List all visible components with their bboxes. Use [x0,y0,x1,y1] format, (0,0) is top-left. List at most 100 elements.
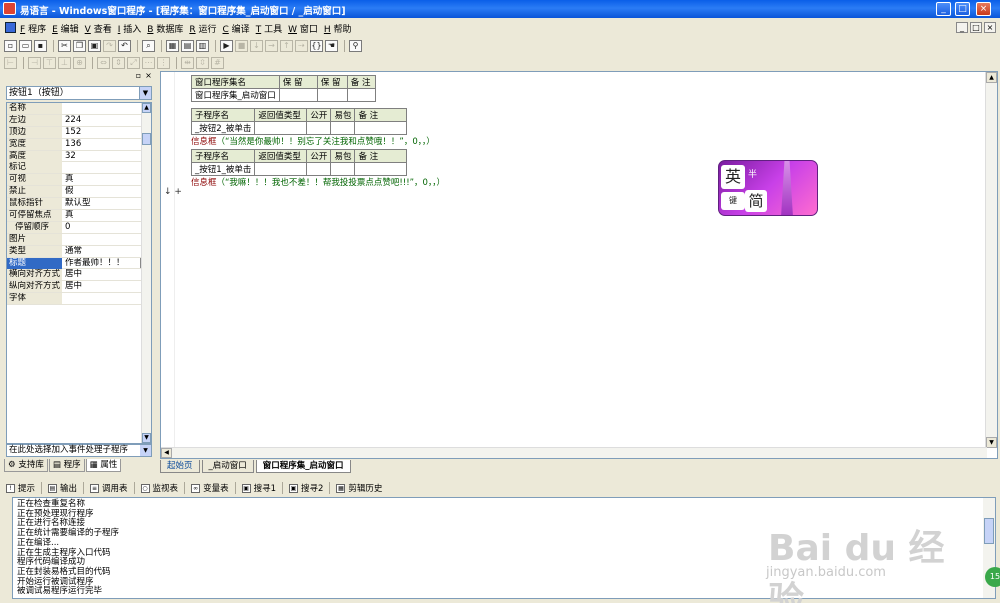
menu-edit[interactable]: E 编辑 [52,22,79,35]
redo-icon[interactable]: ↷ [103,40,116,52]
tab-search-2[interactable]: ▣ 搜寻2 [289,482,323,494]
ime-simplified-button[interactable]: 简 [745,190,767,212]
subroutine-name[interactable]: _按钮2_被单击 [190,121,256,135]
tab-clipboard-history[interactable]: ▦ 剪辑历史 [336,482,382,494]
copy-icon[interactable]: ❐ [73,40,86,52]
property-row[interactable]: 鼠标指针 默认型 [7,198,151,211]
space-v-icon[interactable]: ⋮ [157,57,170,69]
subroutine-name[interactable]: _按钮1_被单击 [190,162,256,176]
property-row-selected[interactable]: 标题作者最帅！！！… [7,257,151,270]
scroll-up-icon[interactable]: ▲ [986,72,997,83]
menu-insert[interactable]: I 插入 [118,22,142,35]
new-file-icon[interactable]: ▫ [4,40,17,52]
ime-mode-button[interactable]: 英 [721,165,745,189]
align-center-icon[interactable]: ⊕ [73,57,86,69]
layout2-icon[interactable]: ▤ [181,40,194,52]
tab-call-stack[interactable]: ≡ 调用表 [90,482,128,494]
editor-horizontal-scrollbar[interactable]: ◀ [161,447,987,458]
panel-restore-icon[interactable]: ▫ [134,72,143,81]
code-line[interactable]: 信息框（“我嘛！！！我也不差！！帮我投投票点点赞吧!!!”，0，，） [191,176,445,190]
property-row[interactable]: 名称 [7,103,151,115]
grid-icon[interactable]: # [211,57,224,69]
scroll-thumb[interactable] [142,133,151,145]
run-icon[interactable]: ▶ [220,40,233,52]
align-left-icon[interactable]: ⊢ [4,57,17,69]
save-icon[interactable]: ▪ [34,40,47,52]
property-row[interactable]: 禁止假 [7,186,151,199]
property-row[interactable]: 字体 [7,293,151,306]
tab-variables[interactable]: ∞ 变量表 [191,482,229,494]
center-v-icon[interactable]: ⇳ [196,57,209,69]
menu-help[interactable]: H 帮助 [324,22,352,35]
scroll-thumb[interactable] [984,518,994,544]
property-row[interactable]: 宽度 136 [7,138,151,151]
minimize-button[interactable]: _ [936,2,951,16]
menu-window[interactable]: W 窗口 [288,22,318,35]
property-row[interactable]: 纵向对齐方式 居中 [7,281,151,294]
step-over-icon[interactable]: → [265,40,278,52]
tab-properties[interactable]: ▦ 属性 [85,459,122,472]
mdi-close-button[interactable]: × [984,22,996,33]
menu-program[interactable]: F 程序 [20,22,46,35]
same-height-icon[interactable]: ⇕ [112,57,125,69]
tab-start-page[interactable]: 起始页 [160,460,200,473]
mdi-restore-button[interactable]: □ [970,22,982,33]
center-h-icon[interactable]: ⇹ [181,57,194,69]
menu-database[interactable]: B 数据库 [147,22,183,35]
property-row[interactable]: 左边 224 [7,114,151,127]
breakpoint-icon[interactable]: {} [310,40,323,52]
menu-run[interactable]: R 运行 [189,22,216,35]
hand-icon[interactable]: ☚ [325,40,338,52]
close-button[interactable]: × [976,2,991,16]
align-right-icon[interactable]: ⊣ [28,57,41,69]
ime-keyboard-button[interactable]: 键 [721,192,745,210]
same-size-icon[interactable]: ⤢ [127,57,140,69]
code-editor[interactable]: ↓ + 窗口程序集名 保 留 保 留 备 注 窗口程序集_启动窗口 子程序名 返… [160,71,998,459]
property-row[interactable]: 顶边 152 [7,126,151,139]
tab-start-window[interactable]: _启动窗口 [201,460,254,473]
editor-vertical-scrollbar[interactable]: ▲ ▼ [985,72,997,448]
panel-close-icon[interactable]: × [144,72,153,81]
notification-badge[interactable]: 15 [985,567,1000,587]
property-row[interactable]: 可视真 [7,174,151,187]
find-icon[interactable]: ⌕ [142,40,155,52]
property-scrollbar[interactable]: ▲ ▼ [141,103,151,443]
scroll-up-icon[interactable]: ▲ [142,103,151,113]
property-row[interactable]: 高度 32 [7,150,151,163]
open-folder-icon[interactable]: ▭ [19,40,32,52]
assembly-name[interactable]: 窗口程序集_启动窗口 [191,88,280,102]
tab-output[interactable]: ▤ 输出 [48,482,77,494]
scroll-down-icon[interactable]: ▼ [142,433,151,443]
scroll-left-icon[interactable]: ◀ [161,448,172,458]
menu-view[interactable]: V 查看 [85,22,112,35]
step-into-icon[interactable]: ↓ [250,40,263,52]
event-selector[interactable]: 在此处选择加入事件处理子程序 ▼ [6,444,152,457]
align-bottom-icon[interactable]: ⊥ [58,57,71,69]
property-row[interactable]: 横向对齐方式 居中 [7,269,151,282]
property-row[interactable]: 标记 [7,162,151,175]
space-h-icon[interactable]: ⋯ [142,57,155,69]
stop-icon[interactable]: ■ [235,40,248,52]
property-row[interactable]: 停留顺序 0 [7,221,151,234]
tab-hint[interactable]: ! 提示 [6,482,35,494]
chevron-down-icon[interactable]: ▼ [139,87,151,99]
align-top-icon[interactable]: ⊤ [43,57,56,69]
layout-icon[interactable]: ▦ [166,40,179,52]
tab-search-1[interactable]: ▣ 搜寻1 [241,482,276,494]
tab-program[interactable]: ▤ 程序 [48,459,85,472]
property-row[interactable]: 可停留焦点真 [7,210,151,222]
run-to-icon[interactable]: ⇢ [295,40,308,52]
maximize-button[interactable]: □ [955,2,970,16]
layout3-icon[interactable]: ▥ [196,40,209,52]
tab-support-library[interactable]: ⚙ 支持库 [4,459,48,472]
undo-icon[interactable]: ↶ [118,40,131,52]
scroll-down-icon[interactable]: ▼ [986,437,997,448]
property-row[interactable]: 类型 通常 [7,245,151,258]
paste-icon[interactable]: ▣ [88,40,101,52]
property-row[interactable]: 图片 [7,233,151,246]
menu-tools[interactable]: T 工具 [256,22,282,35]
ime-status-widget[interactable]: 英 半 键 简 [718,160,818,216]
ime-width-indicator[interactable]: 半 [748,167,757,180]
tab-window-assembly[interactable]: 窗口程序集_启动窗口 [255,460,351,473]
code-line[interactable]: 信息框（“当然是你最帅！！别忘了关注我和点赞哦！！”，0，，） [191,135,445,149]
